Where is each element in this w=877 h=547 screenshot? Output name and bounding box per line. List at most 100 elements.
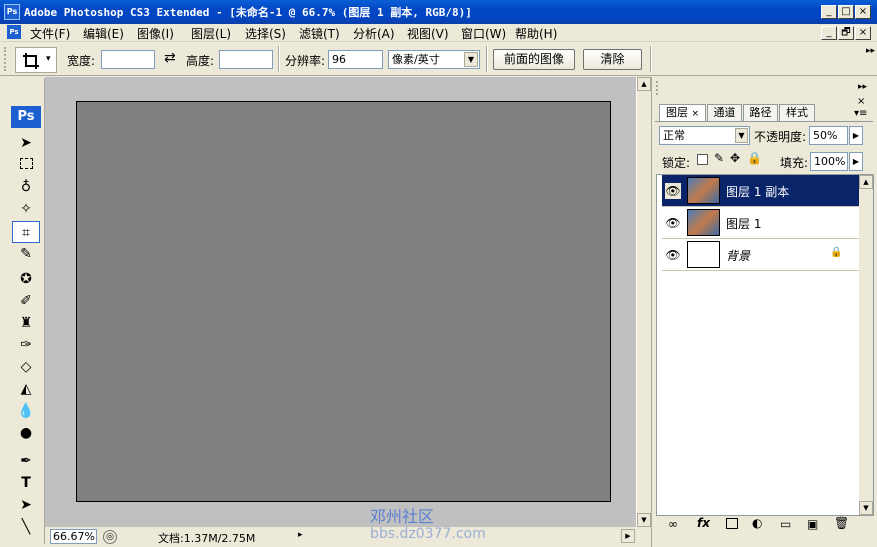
document-icon[interactable]: Ps bbox=[7, 25, 21, 39]
blur-tool-icon[interactable]: 💧 bbox=[12, 400, 40, 422]
menu-file[interactable]: 文件(F) bbox=[30, 25, 70, 42]
zoom-field[interactable]: 66.67% bbox=[50, 529, 97, 544]
fill-slider-arrow-icon[interactable]: ▶ bbox=[849, 152, 863, 171]
menu-view[interactable]: 视图(V) bbox=[407, 25, 449, 42]
tab-layers-label: 图层 bbox=[665, 106, 688, 119]
menu-edit[interactable]: 编辑(E) bbox=[83, 25, 124, 42]
tab-styles[interactable]: 样式 bbox=[779, 104, 815, 121]
tab-close-icon[interactable]: × bbox=[691, 109, 699, 119]
lock-image-icon[interactable]: ✎ bbox=[714, 151, 724, 165]
tab-channels[interactable]: 通道 bbox=[707, 104, 742, 121]
tab-layers[interactable]: 图层 × bbox=[659, 104, 706, 121]
vertical-scrollbar[interactable]: ▲ ▼ bbox=[636, 77, 651, 527]
layer-style-icon[interactable]: fx bbox=[697, 516, 710, 530]
watermark-site-name: 邓州社区 bbox=[370, 507, 435, 526]
menu-select[interactable]: 选择(S) bbox=[245, 25, 286, 42]
lock-all-icon[interactable]: 🔒 bbox=[747, 151, 762, 165]
scroll-down-icon[interactable]: ▼ bbox=[637, 513, 651, 527]
menu-layer[interactable]: 图层(L) bbox=[191, 25, 231, 42]
title-bar[interactable]: Ps Adobe Photoshop CS3 Extended - [未命名-1… bbox=[0, 0, 877, 24]
scroll-up-icon[interactable]: ▲ bbox=[637, 77, 651, 91]
panel-grip[interactable] bbox=[656, 81, 672, 95]
delete-layer-icon[interactable]: 🗑 bbox=[834, 516, 849, 530]
link-layers-icon[interactable]: ∞ bbox=[668, 517, 678, 531]
minimize-button[interactable]: _ bbox=[821, 5, 837, 19]
tab-divider bbox=[655, 121, 873, 122]
magic-wand-tool-icon[interactable]: ✧ bbox=[12, 198, 40, 220]
new-group-icon[interactable]: ▭ bbox=[780, 517, 791, 531]
eyedropper-tool-icon[interactable]: ✎ bbox=[12, 243, 40, 265]
eraser-tool-icon[interactable]: ◇ bbox=[12, 356, 40, 378]
menu-filter[interactable]: 滤镜(T) bbox=[299, 25, 340, 42]
doc-minimize-button[interactable]: _ bbox=[821, 26, 837, 40]
blend-mode-select[interactable]: 正常 ▼ bbox=[659, 126, 750, 145]
opacity-slider-arrow-icon[interactable]: ▶ bbox=[849, 126, 863, 145]
layer-mask-icon[interactable] bbox=[726, 518, 738, 529]
menu-analysis[interactable]: 分析(A) bbox=[353, 25, 395, 42]
maximize-button[interactable]: □ bbox=[838, 5, 854, 19]
layer-row[interactable]: 👁 背景 🔒 bbox=[662, 239, 860, 271]
move-tool-icon[interactable]: ➤ bbox=[12, 132, 40, 154]
tab-paths[interactable]: 路径 bbox=[743, 104, 778, 121]
path-selection-tool-icon[interactable]: ➤ bbox=[12, 494, 40, 516]
panel-collapse-icon[interactable]: ▸▸ bbox=[858, 82, 867, 92]
crop-tool-icon[interactable]: ⌗ bbox=[12, 221, 40, 243]
menu-window[interactable]: 窗口(W) bbox=[461, 25, 506, 42]
options-grip[interactable] bbox=[4, 47, 8, 71]
status-menu-icon[interactable]: ◎ bbox=[103, 530, 117, 544]
scroll-up-icon[interactable]: ▲ bbox=[859, 175, 873, 189]
width-field[interactable] bbox=[101, 50, 155, 69]
resolution-field[interactable]: 96 bbox=[328, 50, 383, 69]
pen-tool-icon[interactable]: ✒ bbox=[12, 450, 40, 472]
paint-bucket-tool-icon[interactable]: ◭ bbox=[12, 378, 40, 400]
healing-brush-tool-icon[interactable]: ✪ bbox=[12, 268, 40, 290]
layers-panel: ▸▸ × 图层 × 通道 路径 样式 ▾≡ 正常 ▼ 不透明度: 50% ▶ 锁… bbox=[651, 77, 877, 547]
resolution-unit-select[interactable]: 像素/英寸 ▼ bbox=[388, 50, 480, 69]
tool-preset-picker[interactable]: ▾ bbox=[15, 47, 57, 73]
marquee-tool-icon[interactable] bbox=[12, 154, 40, 176]
front-image-button[interactable]: 前面的图像 bbox=[493, 49, 575, 70]
scroll-down-icon[interactable]: ▼ bbox=[859, 501, 873, 515]
eye-icon[interactable]: 👁 bbox=[665, 183, 681, 199]
fill-field[interactable]: 100% bbox=[810, 152, 848, 171]
line-tool-icon[interactable]: ╲ bbox=[12, 516, 40, 538]
type-tool-icon[interactable]: T bbox=[12, 472, 40, 494]
lock-position-icon[interactable]: ✥ bbox=[730, 151, 740, 165]
width-label: 宽度: bbox=[67, 54, 96, 68]
history-brush-tool-icon[interactable]: ✑ bbox=[12, 334, 40, 356]
layer-lock-icon: 🔒 bbox=[830, 247, 843, 258]
doc-close-button[interactable]: × bbox=[855, 26, 871, 40]
doc-restore-button[interactable]: 🗗 bbox=[838, 26, 854, 40]
panel-menu-icon[interactable]: ▾≡ bbox=[854, 108, 867, 119]
photoshop-logo[interactable]: Ps bbox=[11, 106, 41, 128]
close-button[interactable]: × bbox=[855, 5, 871, 19]
dropdown-arrow-icon: ▼ bbox=[464, 52, 478, 67]
lock-transparent-icon[interactable] bbox=[697, 154, 708, 165]
panel-close-icon[interactable]: × bbox=[857, 96, 865, 107]
layer-row[interactable]: 👁 图层 1 副本 bbox=[662, 175, 860, 207]
menu-help[interactable]: 帮助(H) bbox=[515, 25, 557, 42]
layer-thumbnail bbox=[687, 177, 720, 204]
dodge-tool-icon[interactable]: ● bbox=[12, 422, 40, 444]
opacity-field[interactable]: 50% bbox=[809, 126, 848, 145]
scroll-right-icon[interactable]: ▶ bbox=[621, 529, 635, 543]
layer-row[interactable]: 👁 图层 1 bbox=[662, 207, 860, 239]
lasso-tool-icon[interactable]: ♁ bbox=[12, 176, 40, 198]
clone-stamp-tool-icon[interactable]: ♜ bbox=[12, 312, 40, 334]
status-arrow-icon[interactable]: ▸ bbox=[298, 530, 310, 542]
new-layer-icon[interactable]: ▣ bbox=[807, 517, 818, 531]
separator bbox=[278, 46, 280, 72]
swap-icon[interactable]: ⇄ bbox=[164, 50, 176, 66]
layer-name: 图层 1 bbox=[726, 217, 762, 231]
clear-button[interactable]: 清除 bbox=[583, 49, 642, 70]
eye-icon[interactable]: 👁 bbox=[665, 247, 681, 263]
eye-icon[interactable]: 👁 bbox=[665, 215, 681, 231]
brush-tool-icon[interactable]: ✐ bbox=[12, 290, 40, 312]
menu-image[interactable]: 图像(I) bbox=[137, 25, 174, 42]
height-field[interactable] bbox=[219, 50, 273, 69]
palette-well-arrow-icon[interactable]: ▸▸ bbox=[866, 46, 875, 56]
document-canvas[interactable] bbox=[76, 101, 611, 502]
adjustment-layer-icon[interactable]: ◐ bbox=[752, 516, 762, 530]
layer-thumbnail bbox=[687, 241, 720, 268]
layer-list-scrollbar[interactable]: ▲ ▼ bbox=[859, 175, 873, 515]
